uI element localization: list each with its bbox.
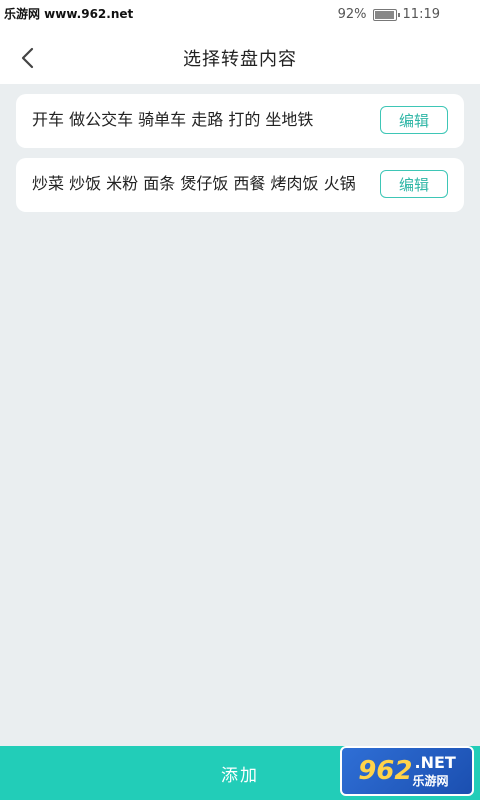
item-text: 开车 做公交车 骑单车 走路 打的 坐地铁 xyxy=(32,110,314,129)
edit-button[interactable]: 编辑 xyxy=(380,170,448,198)
logo-number: 962 xyxy=(358,756,413,786)
status-bar: 乐游网 www.962.net 92% 11:19 xyxy=(0,0,480,32)
list-item: 开车 做公交车 骑单车 走路 打的 坐地铁 编辑 xyxy=(16,94,464,148)
watermark-text: 乐游网 www.962.net xyxy=(4,5,134,22)
site-logo: 962 .NET 乐游网 xyxy=(340,746,474,796)
header: 选择转盘内容 xyxy=(0,32,480,84)
battery-icon xyxy=(372,8,400,21)
content-list: 开车 做公交车 骑单车 走路 打的 坐地铁 编辑 炒菜 炒饭 米粉 面条 煲仔饭… xyxy=(16,94,464,222)
status-indicators: 92% 11:19 xyxy=(338,7,440,22)
add-button-label: 添加 xyxy=(221,765,259,786)
chevron-left-icon xyxy=(21,47,34,69)
page-title: 选择转盘内容 xyxy=(183,49,297,70)
logo-net: .NET xyxy=(414,753,456,772)
item-text: 炒菜 炒饭 米粉 面条 煲仔饭 西餐 烤肉饭 火锅 xyxy=(32,174,356,193)
list-item: 炒菜 炒饭 米粉 面条 煲仔饭 西餐 烤肉饭 火锅 编辑 xyxy=(16,158,464,212)
clock-time: 11:19 xyxy=(402,7,440,22)
logo-subtitle: 乐游网 xyxy=(412,774,449,788)
edit-button[interactable]: 编辑 xyxy=(380,106,448,134)
back-button[interactable] xyxy=(14,44,42,72)
battery-percent: 92% xyxy=(337,7,367,22)
